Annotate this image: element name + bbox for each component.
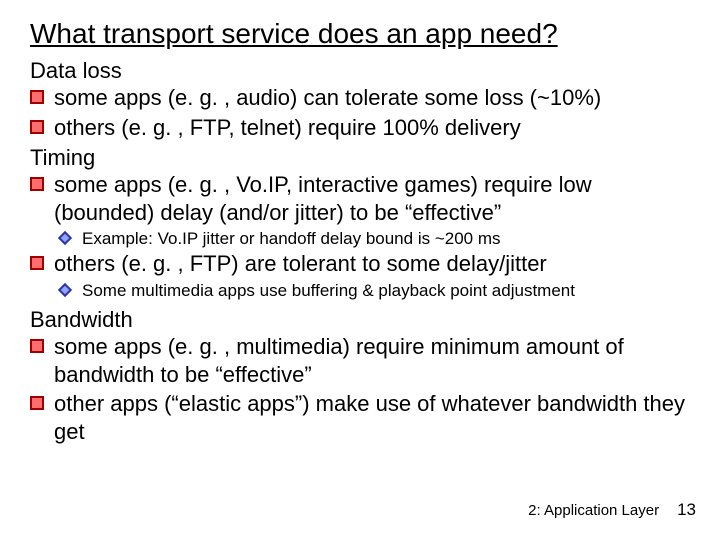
bullet-text: other apps (“elastic apps”) make use of …	[54, 390, 690, 445]
bullet-text: some apps (e. g. , multimedia) require m…	[54, 333, 690, 388]
footer-page-number: 13	[677, 500, 696, 520]
square-bullet-icon	[30, 339, 44, 353]
slide: What transport service does an app need?…	[0, 0, 720, 540]
slide-footer: 2: Application Layer 13	[528, 500, 696, 520]
diamond-bullet-icon	[58, 283, 72, 297]
bullet-dataloss-2: others (e. g. , FTP, telnet) require 100…	[30, 114, 690, 142]
bullet-text: some apps (e. g. , audio) can tolerate s…	[54, 84, 690, 112]
bullet-dataloss-1: some apps (e. g. , audio) can tolerate s…	[30, 84, 690, 112]
footer-chapter: 2: Application Layer	[528, 502, 659, 519]
section-head-bandwidth: Bandwidth	[30, 307, 690, 333]
bullet-text: others (e. g. , FTP) are tolerant to som…	[54, 250, 690, 278]
bullet-bandwidth-1: some apps (e. g. , multimedia) require m…	[30, 333, 690, 388]
subbullet-text: Example: Vo.IP jitter or handoff delay b…	[82, 228, 690, 249]
subbullet-text: Some multimedia apps use buffering & pla…	[82, 280, 690, 301]
section-head-dataloss: Data loss	[30, 58, 690, 84]
square-bullet-icon	[30, 256, 44, 270]
diamond-bullet-icon	[58, 231, 72, 245]
bullet-timing-1: some apps (e. g. , Vo.IP, interactive ga…	[30, 171, 690, 226]
bullet-text: others (e. g. , FTP, telnet) require 100…	[54, 114, 690, 142]
bullet-timing-2: others (e. g. , FTP) are tolerant to som…	[30, 250, 690, 278]
bullet-text: some apps (e. g. , Vo.IP, interactive ga…	[54, 171, 690, 226]
subbullet-timing-1: Example: Vo.IP jitter or handoff delay b…	[58, 228, 690, 249]
bullet-bandwidth-2: other apps (“elastic apps”) make use of …	[30, 390, 690, 445]
subbullet-timing-2: Some multimedia apps use buffering & pla…	[58, 280, 690, 301]
square-bullet-icon	[30, 120, 44, 134]
section-head-timing: Timing	[30, 145, 690, 171]
square-bullet-icon	[30, 90, 44, 104]
slide-title: What transport service does an app need?	[30, 18, 690, 50]
square-bullet-icon	[30, 177, 44, 191]
square-bullet-icon	[30, 396, 44, 410]
